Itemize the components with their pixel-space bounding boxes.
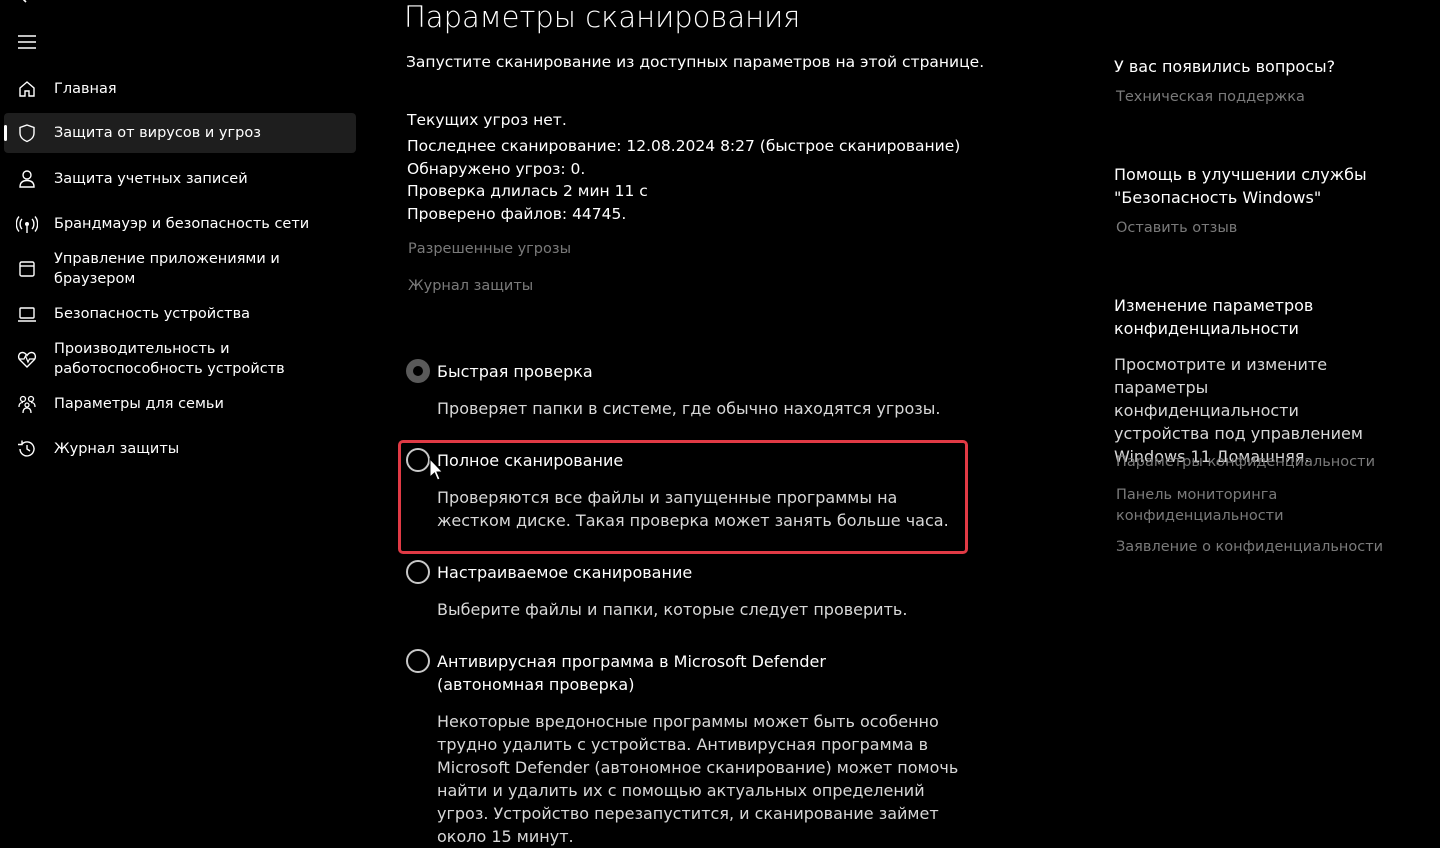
sidebar-item-label: Управление приложениями и браузером <box>54 251 280 287</box>
questions-heading: У вас появились вопросы? <box>1114 57 1336 76</box>
option-title: Антивирусная программа в Microsoft Defen… <box>437 652 826 694</box>
sidebar-item-label: Брандмауэр и безопасность сети <box>54 216 310 232</box>
shield-icon <box>16 122 38 144</box>
option-description: Проверяет папки в системе, где обычно на… <box>437 399 941 418</box>
page-subtitle: Запустите сканирование из доступных пара… <box>406 53 985 71</box>
hamburger-menu-icon[interactable] <box>16 32 38 52</box>
sidebar-item-label: Безопасность устройства <box>54 306 251 322</box>
radio-quick-scan[interactable] <box>406 359 430 383</box>
allowed-threats-link[interactable]: Разрешенные угрозы <box>408 241 571 257</box>
option-description: Выберите файлы и папки, которые следует … <box>437 600 908 619</box>
laptop-icon <box>16 303 38 325</box>
home-icon <box>16 78 38 100</box>
sidebar-item-firewall[interactable]: Брандмауэр и безопасность сети <box>4 205 356 243</box>
sidebar-item-family-options[interactable]: Параметры для семьи <box>4 385 356 423</box>
family-icon <box>16 393 38 415</box>
person-icon <box>16 168 38 190</box>
sidebar-item-label: Параметры для семьи <box>54 396 224 412</box>
highlight-annotation-box <box>398 440 968 554</box>
privacy-settings-link[interactable]: Параметры конфиденциальности <box>1116 452 1396 473</box>
status-threats-found: Обнаружено угроз: 0. <box>407 160 586 178</box>
radio-offline-scan[interactable] <box>406 649 430 673</box>
option-description: Некоторые вредоносные программы может бы… <box>437 712 959 846</box>
sidebar-item-account-protection[interactable]: Защита учетных записей <box>4 160 356 198</box>
sidebar: Главная Защита от вирусов и угроз Защита… <box>0 0 370 810</box>
option-title: Настраиваемое сканирование <box>437 563 693 582</box>
status-scan-duration: Проверка длилась 2 мин 11 с <box>407 182 648 200</box>
improve-heading: Помощь в улучшении службы "Безопасность … <box>1114 165 1367 207</box>
heart-pulse-icon <box>16 348 38 370</box>
sidebar-item-home[interactable]: Главная <box>4 70 356 108</box>
option-title: Быстрая проверка <box>437 362 593 381</box>
status-files-scanned: Проверено файлов: 44745. <box>407 205 627 223</box>
mouse-cursor-icon <box>428 457 444 482</box>
sidebar-item-protection-history[interactable]: Журнал защиты <box>4 430 356 468</box>
radio-custom-scan[interactable] <box>406 560 430 584</box>
sidebar-item-label: Защита учетных записей <box>54 171 248 187</box>
history-icon <box>16 438 38 460</box>
sidebar-item-app-browser-control[interactable]: Управление приложениями и браузером <box>4 248 356 290</box>
status-last-scan: Последнее сканирование: 12.08.2024 8:27 … <box>407 137 961 155</box>
sidebar-item-label: Производительность и работоспособность у… <box>54 341 285 377</box>
active-indicator <box>4 125 7 141</box>
back-arrow-icon[interactable] <box>14 0 34 8</box>
sidebar-item-device-performance[interactable]: Производительность и работоспособность у… <box>4 338 356 380</box>
page-title: Параметры сканирования <box>404 0 801 34</box>
support-link[interactable]: Техническая поддержка <box>1116 87 1396 108</box>
wireless-icon <box>15 213 39 235</box>
protection-history-link[interactable]: Журнал защиты <box>408 278 533 294</box>
sidebar-item-label: Защита от вирусов и угроз <box>54 125 261 141</box>
feedback-link[interactable]: Оставить отзыв <box>1116 218 1396 239</box>
privacy-statement-link[interactable]: Заявление о конфиденциальности <box>1116 537 1396 558</box>
status-no-threats: Текущих угроз нет. <box>407 111 567 129</box>
privacy-dashboard-link[interactable]: Панель мониторинга конфиденциальности <box>1116 485 1316 527</box>
privacy-heading: Изменение параметров конфиденциальности <box>1114 296 1314 338</box>
sidebar-item-label: Журнал защиты <box>54 441 180 457</box>
app-window-icon <box>16 258 38 280</box>
sidebar-item-label: Главная <box>54 81 117 97</box>
sidebar-item-virus-protection[interactable]: Защита от вирусов и угроз <box>4 113 356 153</box>
sidebar-item-device-security[interactable]: Безопасность устройства <box>4 295 356 333</box>
privacy-description: Просмотрите и измените параметры конфиде… <box>1114 355 1363 466</box>
